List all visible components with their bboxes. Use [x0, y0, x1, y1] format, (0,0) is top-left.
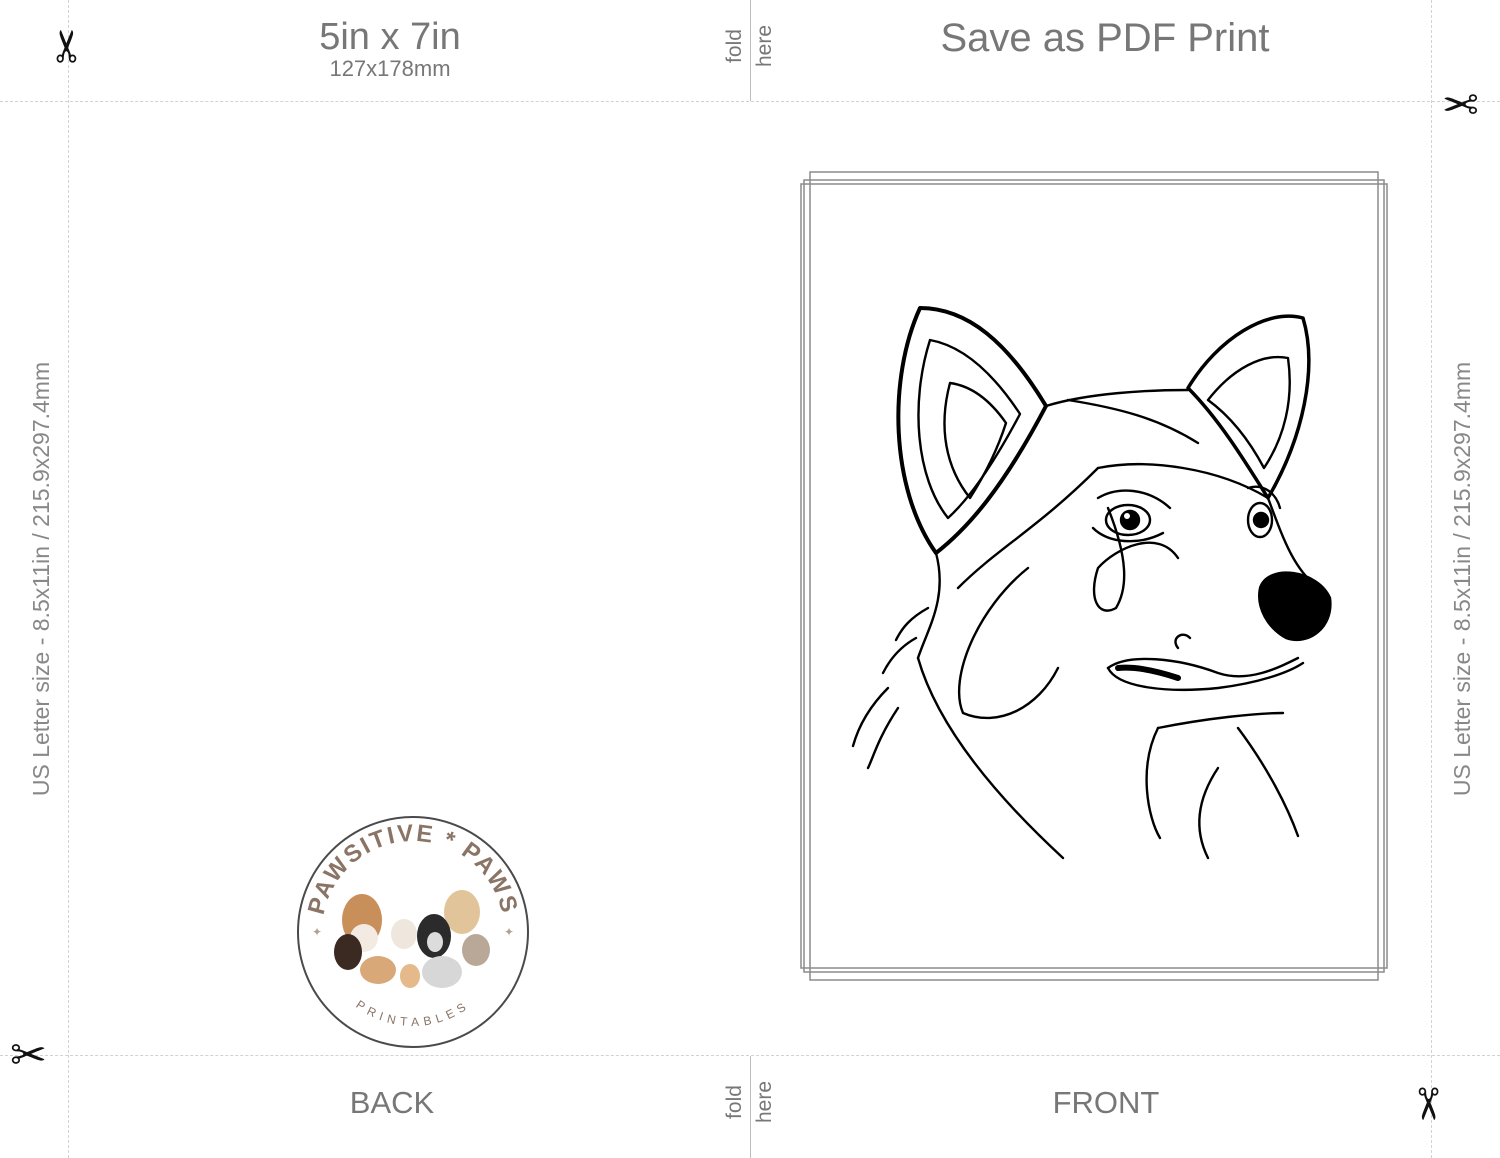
top-here-label: here: [753, 24, 776, 68]
back-panel-label: BACK: [349, 1085, 435, 1120]
save-as-pdf-title: Save as PDF Print: [940, 16, 1270, 60]
top-fold-line: [750, 0, 751, 101]
left-cut-guide: [68, 0, 69, 1158]
card-size-title: 5in x 7in: [319, 16, 461, 58]
bottom-here-label: here: [753, 1080, 776, 1124]
scissors-icon: ✂: [1442, 77, 1479, 128]
svg-text:✦: ✦: [504, 925, 514, 939]
right-paper-size-text: US Letter size - 8.5x11in / 215.9x297.4m…: [1449, 361, 1475, 797]
top-fold-label: fold: [723, 29, 746, 63]
svg-text:✦: ✦: [312, 925, 322, 939]
scissors-icon: ✂: [42, 27, 94, 65]
pawsitive-paws-logo: PAWSITIVE * PAWS PRINTABLES ✦ ✦: [297, 816, 529, 1048]
top-cut-guide: [0, 101, 1500, 102]
bottom-fold-line: [750, 1056, 751, 1158]
card-size-metric: 127x178mm: [329, 56, 451, 81]
scissors-icon: ✂: [1401, 1085, 1453, 1123]
front-card-artwork: [800, 171, 1388, 981]
scissors-icon: ✂: [10, 1030, 47, 1081]
bottom-fold-label: fold: [723, 1085, 746, 1119]
corgi-line-drawing-icon: [851, 306, 1332, 860]
left-paper-size-text: US Letter size - 8.5x11in / 215.9x297.4m…: [28, 361, 54, 797]
right-cut-guide: [1431, 0, 1432, 1158]
front-panel-label: FRONT: [1052, 1085, 1160, 1120]
